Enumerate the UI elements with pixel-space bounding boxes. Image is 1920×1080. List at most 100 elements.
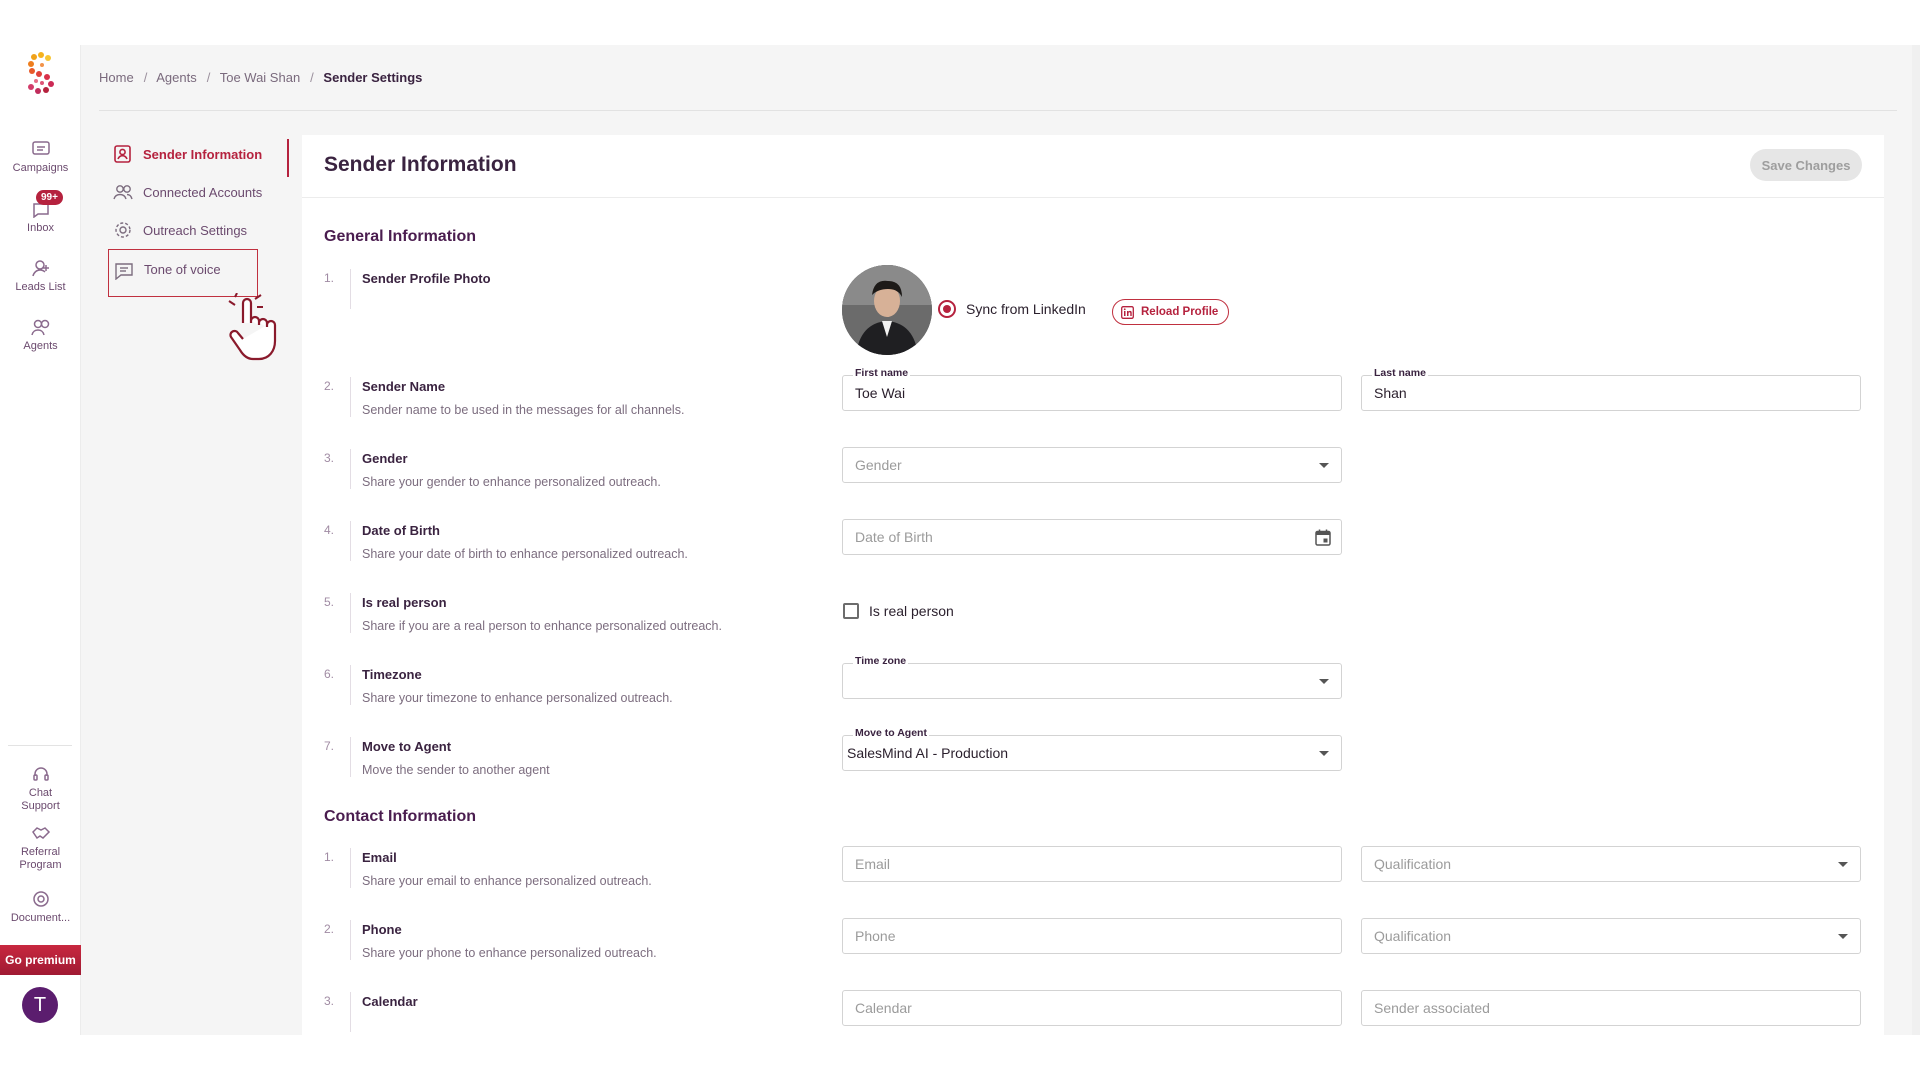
sender-associated-placeholder: Sender associated xyxy=(1374,1000,1490,1016)
row-number: 6. xyxy=(324,667,335,681)
inbox-count-badge: 99+ xyxy=(36,190,63,205)
last-name-label: Last name xyxy=(1372,367,1428,379)
timezone-select[interactable]: Time zone xyxy=(842,655,1342,699)
is-real-person-label: Is real person xyxy=(869,603,954,619)
rail-item-chat-support[interactable]: Chat Support xyxy=(0,765,81,813)
move-to-agent-value: SalesMind AI - Production xyxy=(847,745,1009,761)
chevron-down-icon xyxy=(1838,934,1848,939)
rail-item-agents[interactable]: Agents xyxy=(0,318,81,353)
agents-icon xyxy=(30,319,49,336)
breadcrumb-agent-name[interactable]: Toe Wai Shan xyxy=(220,70,300,85)
rail-label-referral: Referral xyxy=(20,846,61,858)
first-name-field[interactable]: First name Toe Wai xyxy=(842,367,1342,411)
breadcrumb-home[interactable]: Home xyxy=(99,70,134,85)
breadcrumb-current: Sender Settings xyxy=(323,70,423,85)
qualification-placeholder: Qualification xyxy=(1374,928,1452,944)
chevron-down-icon xyxy=(1319,751,1329,756)
row-label: Date of Birth xyxy=(362,523,440,538)
row-label: Calendar xyxy=(362,994,418,1009)
subnav-connected-accounts[interactable]: Connected Accounts xyxy=(100,173,288,211)
first-name-value: Toe Wai xyxy=(855,385,906,401)
campaigns-icon xyxy=(31,141,50,155)
rail-label-agents: Agents xyxy=(23,340,58,352)
people-icon xyxy=(113,185,133,200)
subnav-outreach-settings[interactable]: Outreach Settings xyxy=(100,211,288,249)
is-real-person-checkbox[interactable] xyxy=(843,603,859,619)
subnav-label: Sender Information xyxy=(143,146,263,162)
subnav-label: Outreach Settings xyxy=(143,222,248,238)
card-title: Sender Information xyxy=(324,153,517,176)
row-description: Sender name to be used in the messages f… xyxy=(362,403,685,417)
row-number: 1. xyxy=(324,850,335,864)
row-label: Phone xyxy=(362,922,402,937)
rail-label-chat: Chat xyxy=(28,787,53,799)
card-header-divider xyxy=(302,197,1884,198)
subnav-tone-of-voice[interactable]: Tone of voice xyxy=(108,249,258,297)
user-avatar[interactable]: T xyxy=(22,987,58,1023)
email-qualification-select[interactable]: Qualification xyxy=(1361,846,1861,882)
reload-profile-button[interactable]: Reload Profile xyxy=(1112,299,1230,325)
row-description: Share your gender to enhance personalize… xyxy=(362,475,661,489)
app-frame: Campaigns 99+ Inbox Leads List Agents Ch… xyxy=(0,45,1920,1035)
subnav-sender-information[interactable]: Sender Information xyxy=(100,135,289,177)
chevron-down-icon xyxy=(1319,463,1329,468)
settings-subnav: Sender Information Connected Accounts Ou… xyxy=(100,135,289,297)
message-icon xyxy=(115,263,133,280)
app-logo[interactable] xyxy=(22,51,60,95)
rail-item-leads-list[interactable]: Leads List xyxy=(0,259,81,294)
phone-qualification-select[interactable]: Qualification xyxy=(1361,918,1861,954)
page-scrollbar[interactable] xyxy=(1912,45,1920,1035)
general-information-heading: General Information xyxy=(324,228,477,245)
help-icon xyxy=(32,891,49,907)
handshake-icon xyxy=(31,827,50,840)
phone-placeholder: Phone xyxy=(855,928,896,944)
row-number: 2. xyxy=(324,922,335,936)
rail-label-documentation: Document... xyxy=(10,912,71,924)
row-number: 5. xyxy=(324,595,335,609)
rail-label-leads-list: Leads List xyxy=(15,281,66,293)
move-to-agent-select[interactable]: Move to Agent SalesMind AI - Production xyxy=(842,727,1342,771)
rail-item-referral-program[interactable]: Referral Program xyxy=(0,824,81,872)
row-description: Share your phone to enhance personalized… xyxy=(362,946,657,960)
gear-icon xyxy=(115,222,131,238)
pointer-hand-icon xyxy=(228,293,277,361)
calendar-placeholder: Calendar xyxy=(855,1000,912,1016)
rail-item-campaigns[interactable]: Campaigns xyxy=(0,140,81,175)
gender-select[interactable]: Gender xyxy=(842,447,1342,483)
email-field[interactable]: Email xyxy=(842,846,1342,882)
go-premium-button[interactable]: Go premium xyxy=(0,945,81,975)
chevron-down-icon xyxy=(1319,679,1329,684)
left-rail: Campaigns 99+ Inbox Leads List Agents Ch… xyxy=(0,45,81,1035)
breadcrumb-divider xyxy=(99,110,1897,111)
sync-radio-button[interactable] xyxy=(938,300,956,318)
gender-placeholder: Gender xyxy=(855,457,902,473)
row-label: Sender Profile Photo xyxy=(362,271,491,286)
date-of-birth-field[interactable]: Date of Birth xyxy=(842,519,1342,555)
rail-label-support: Support xyxy=(21,800,60,812)
timezone-label: Time zone xyxy=(853,655,909,667)
calendar-field[interactable]: Calendar xyxy=(842,990,1342,1026)
linkedin-icon xyxy=(1121,305,1134,319)
calendar-icon[interactable] xyxy=(1315,529,1331,546)
move-to-agent-label: Move to Agent xyxy=(853,727,929,739)
row-description: Share if you are a real person to enhanc… xyxy=(362,619,722,633)
breadcrumb-agents[interactable]: Agents xyxy=(156,70,196,85)
last-name-field[interactable]: Last name Shan xyxy=(1361,367,1861,411)
rail-item-documentation[interactable]: Document... xyxy=(0,890,81,925)
row-label: Gender xyxy=(362,451,408,466)
row-number: 7. xyxy=(324,739,335,753)
sender-associated-field[interactable]: Sender associated xyxy=(1361,990,1861,1026)
leads-list-icon xyxy=(31,260,49,277)
sender-profile-photo[interactable] xyxy=(842,265,932,355)
last-name-value: Shan xyxy=(1374,385,1407,401)
rail-label-inbox: Inbox xyxy=(27,222,54,234)
is-real-person-checkbox-row[interactable]: Is real person xyxy=(843,603,954,619)
row-description: Share your email to enhance personalized… xyxy=(362,874,652,888)
rail-divider xyxy=(8,745,72,746)
sync-from-linkedin-option[interactable]: Sync from LinkedIn xyxy=(938,300,1086,318)
save-changes-button[interactable]: Save Changes xyxy=(1750,149,1862,181)
rail-item-inbox[interactable]: 99+ Inbox xyxy=(0,190,81,235)
row-label: Email xyxy=(362,850,397,865)
phone-field[interactable]: Phone xyxy=(842,918,1342,954)
breadcrumb: Home / Agents / Toe Wai Shan / Sender Setti… xyxy=(99,70,423,85)
